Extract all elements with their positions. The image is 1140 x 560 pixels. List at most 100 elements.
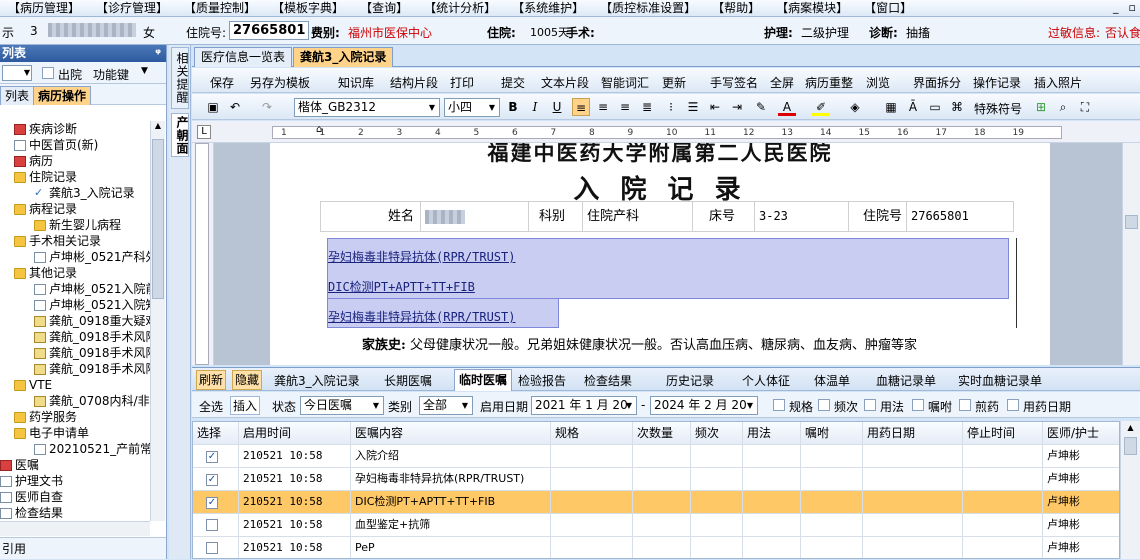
- toolbar-button[interactable]: 全屏: [770, 74, 794, 91]
- align-left-icon[interactable]: ≡: [572, 98, 590, 116]
- tab-stop-icon[interactable]: L: [197, 125, 211, 139]
- menu-item[interactable]: 【系统维护】: [504, 0, 592, 16]
- toolbar-button[interactable]: 知识库: [338, 74, 374, 91]
- tree-item[interactable]: 龚航_0918手术风险: [34, 329, 150, 345]
- category-select[interactable]: 全部 ▼: [419, 396, 473, 415]
- bottom-tab[interactable]: 刷新: [196, 370, 227, 390]
- indent-icon[interactable]: ⇥: [728, 98, 746, 116]
- decoction-checkbox[interactable]: [959, 399, 971, 411]
- row-checkbox[interactable]: [206, 542, 218, 554]
- save-icon[interactable]: ▣: [204, 98, 222, 116]
- tree-item[interactable]: 20210521_产前常规: [34, 441, 150, 457]
- column-header[interactable]: 停止时间: [963, 422, 1043, 445]
- column-header[interactable]: 规格: [551, 422, 633, 445]
- menu-item[interactable]: 【查询】: [352, 0, 416, 16]
- underline-icon[interactable]: U: [548, 98, 566, 116]
- binoculars-icon[interactable]: ⛶: [1076, 98, 1094, 116]
- table-row[interactable]: ✓ 210521 10:58 DIC检测PT+APTT+TT+FIB 卢坤彬: [193, 491, 1119, 514]
- tab-admission-record[interactable]: 龚航3_入院记录: [293, 47, 394, 67]
- document-scrollbar[interactable]: [1122, 143, 1140, 365]
- chevron-down-icon[interactable]: ▼: [141, 66, 148, 76]
- toolbar-button[interactable]: 界面拆分: [913, 74, 961, 91]
- menu-item[interactable]: 【病历管理】: [0, 0, 88, 16]
- tab-list[interactable]: 列表: [0, 86, 35, 105]
- font-name-select[interactable]: 楷体_GB2312 ▼: [294, 98, 440, 117]
- justify-icon[interactable]: ≣: [638, 98, 656, 116]
- menu-item[interactable]: 【统计分析】: [416, 0, 504, 16]
- special-char-button[interactable]: 特殊符号: [974, 100, 1022, 117]
- toolbar-button[interactable]: 结构片段: [390, 74, 438, 91]
- scroll-up-icon[interactable]: ▲: [1124, 423, 1137, 435]
- row-checkbox[interactable]: [206, 519, 218, 531]
- tree-item[interactable]: 电子申请单: [14, 425, 89, 441]
- tree-item[interactable]: ✓ 龚航3_入院记录: [34, 185, 135, 201]
- bold-icon[interactable]: B: [504, 98, 522, 116]
- bottom-tab[interactable]: 检查结果: [584, 372, 632, 389]
- bottom-tab[interactable]: 血糖记录单: [876, 372, 936, 389]
- bottom-tab[interactable]: 临时医嘱: [454, 369, 513, 391]
- toolbar-button[interactable]: 文本片段: [541, 74, 589, 91]
- discharged-checkbox[interactable]: [42, 67, 54, 79]
- tree-item[interactable]: 卢坤彬_0521入院知: [34, 297, 150, 313]
- toolbar-button[interactable]: 浏览: [866, 74, 890, 91]
- spec-checkbox[interactable]: [773, 399, 785, 411]
- scroll-up-icon[interactable]: ▲: [152, 121, 164, 135]
- italic-icon[interactable]: I: [526, 98, 544, 116]
- tree-item[interactable]: 龚航_0918手术风险: [34, 361, 150, 377]
- tree-hscrollbar[interactable]: [0, 521, 150, 536]
- tab-record-ops[interactable]: 病历操作: [33, 86, 92, 105]
- bottom-tab[interactable]: 体温单: [814, 372, 850, 389]
- table-icon[interactable]: ▦: [882, 98, 900, 116]
- patient-selector[interactable]: ▼: [2, 65, 32, 81]
- reference-label[interactable]: 引用: [2, 542, 26, 556]
- tree-item[interactable]: 卢坤彬_0521入院前: [34, 281, 150, 297]
- bullet-list-icon[interactable]: ☰: [684, 98, 702, 116]
- toolbar-button[interactable]: 提交: [501, 74, 525, 91]
- column-header[interactable]: 次数量: [633, 422, 691, 445]
- text-box-icon[interactable]: ▭: [926, 98, 944, 116]
- column-header[interactable]: 医嘱内容: [351, 422, 551, 445]
- pin-icon[interactable]: ᵠ: [155, 45, 161, 62]
- bottom-tab[interactable]: 检验报告: [518, 372, 566, 389]
- row-checkbox[interactable]: ✓: [206, 497, 218, 509]
- toolbar-button[interactable]: 保存: [210, 74, 234, 91]
- tree-item[interactable]: 药学服务: [14, 409, 77, 425]
- tree-scrollbar[interactable]: ▲: [150, 121, 165, 521]
- column-header[interactable]: 用法: [743, 422, 801, 445]
- minimize-icon[interactable]: _: [1113, 0, 1119, 16]
- format-painter-icon[interactable]: ✎: [752, 98, 770, 116]
- menu-item[interactable]: 【模板字典】: [264, 0, 352, 16]
- date-to-picker[interactable]: 2024 年 2 月 20 ▼: [650, 396, 758, 415]
- toolbar-button[interactable]: 手写签名: [710, 74, 758, 91]
- order-text[interactable]: 孕妇梅毒非特异抗体(RPR/TRUST): [328, 308, 515, 325]
- undo-icon[interactable]: ↶: [226, 98, 244, 116]
- tree-item[interactable]: 龚航_0918重大疑难: [34, 313, 150, 329]
- tree-item[interactable]: 新生婴儿病程: [34, 217, 121, 233]
- bottom-tab[interactable]: 个人体征: [742, 372, 790, 389]
- tree-item[interactable]: 龚航_0918手术风险: [34, 345, 150, 361]
- column-header[interactable]: 用药日期: [863, 422, 963, 445]
- toolbar-button[interactable]: 智能词汇: [601, 74, 649, 91]
- row-checkbox[interactable]: ✓: [206, 451, 218, 463]
- scrollbar-thumb[interactable]: [152, 139, 164, 299]
- numbered-list-icon[interactable]: ⁝: [662, 98, 680, 116]
- insert-icon[interactable]: ⊞: [1032, 98, 1050, 116]
- column-header[interactable]: 嘱咐: [801, 422, 863, 445]
- tree-item[interactable]: 医嘱: [0, 457, 39, 473]
- align-center-icon[interactable]: ≡: [594, 98, 612, 116]
- tree-item[interactable]: 其他记录: [14, 265, 77, 281]
- instruction-checkbox[interactable]: [912, 399, 924, 411]
- function-key-button[interactable]: 功能键: [93, 66, 129, 83]
- bottom-tab[interactable]: 龚航3_入院记录: [274, 372, 360, 389]
- menu-item[interactable]: 【质量控制】: [176, 0, 264, 16]
- document-page[interactable]: 福建中医药大学附属第二人民医院 入 院 记 录 姓名 科别 住院产科 床号 3-…: [270, 143, 1050, 365]
- bottom-tab[interactable]: 长期医嘱: [384, 372, 432, 389]
- menu-item[interactable]: 【窗口】: [856, 0, 920, 16]
- frequency-checkbox[interactable]: [818, 399, 830, 411]
- table-row[interactable]: ✓ 210521 10:58 入院介绍 卢坤彬: [193, 445, 1119, 468]
- tree-item[interactable]: 卢坤彬_0521产科外: [34, 249, 150, 265]
- toolbar-button[interactable]: 操作记录: [973, 74, 1021, 91]
- table-row[interactable]: 210521 10:58 血型鉴定+抗筛 卢坤彬: [193, 514, 1119, 537]
- column-header[interactable]: 频次: [691, 422, 743, 445]
- tree-item[interactable]: 住院记录: [14, 169, 77, 185]
